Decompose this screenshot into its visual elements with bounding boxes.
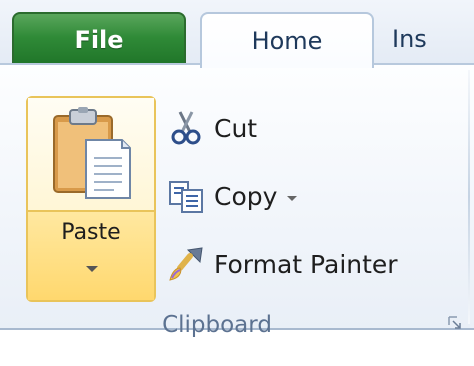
clipboard-icon bbox=[53, 107, 131, 199]
cut-button[interactable]: Cut bbox=[168, 106, 468, 150]
copy-button[interactable]: Copy bbox=[168, 174, 468, 218]
tab-insert-label: Ins bbox=[392, 25, 427, 53]
group-label-clipboard: Clipboard bbox=[162, 312, 272, 338]
ribbon-window: File Home Ins Paste Cut Copy Format Pain… bbox=[0, 0, 474, 366]
paste-dropdown-button[interactable]: Paste bbox=[28, 212, 154, 300]
format-painter-button[interactable]: Format Painter bbox=[168, 242, 468, 286]
copy-icon bbox=[169, 181, 203, 213]
format-painter-label: Format Painter bbox=[214, 249, 398, 279]
tab-insert[interactable]: Ins bbox=[392, 12, 474, 66]
copy-label: Copy bbox=[214, 181, 278, 211]
cut-label: Cut bbox=[214, 113, 258, 143]
tab-file[interactable]: File bbox=[12, 12, 186, 66]
tab-home[interactable]: Home bbox=[200, 12, 374, 68]
paintbrush-icon bbox=[169, 247, 203, 281]
paste-button[interactable]: Paste bbox=[26, 96, 156, 302]
paste-label: Paste bbox=[61, 220, 121, 245]
dialog-launcher-icon[interactable] bbox=[448, 316, 462, 330]
chevron-down-icon bbox=[86, 266, 98, 272]
paste-main-button[interactable] bbox=[28, 98, 154, 212]
scissors-icon bbox=[171, 111, 201, 145]
chevron-down-icon[interactable] bbox=[287, 195, 298, 201]
group-divider bbox=[468, 70, 470, 324]
